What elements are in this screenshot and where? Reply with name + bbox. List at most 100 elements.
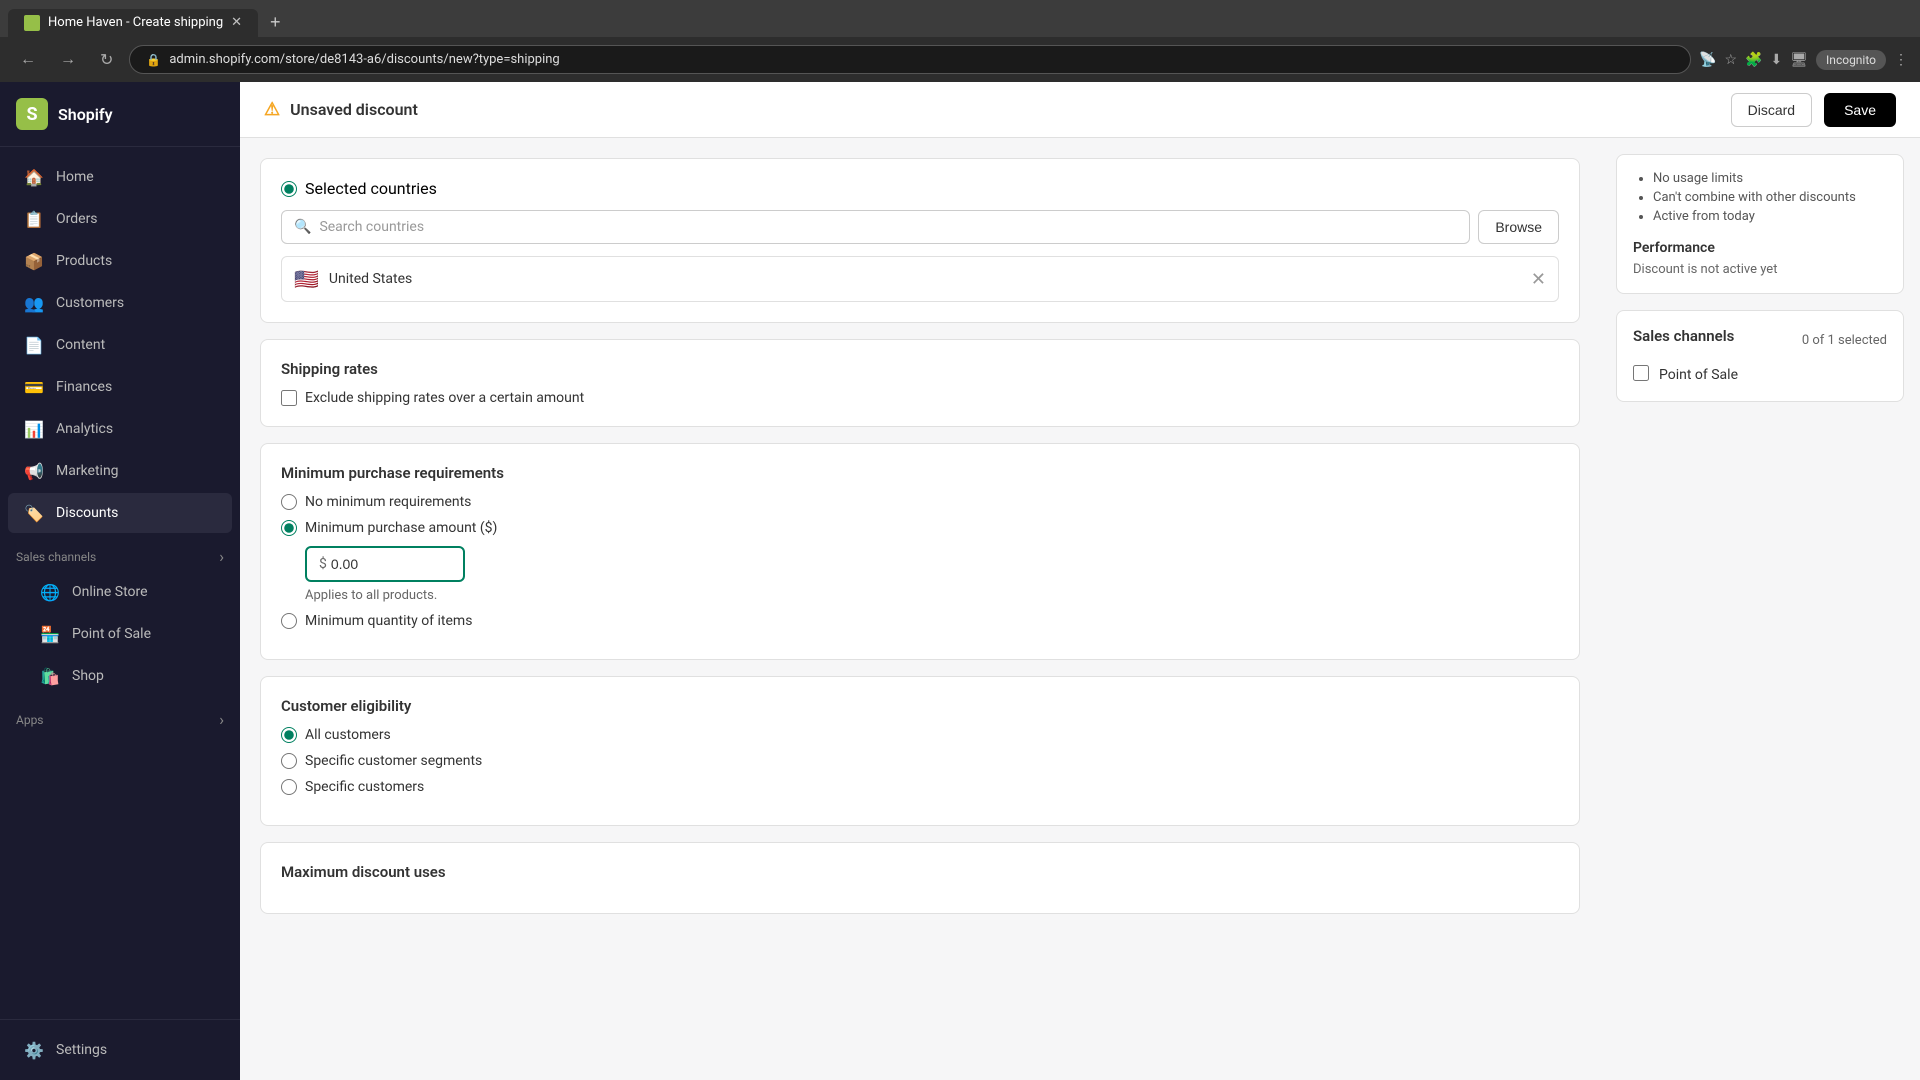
sidebar-item-point-of-sale[interactable]: 🏪 Point of Sale — [8, 614, 232, 654]
tab-close-button[interactable]: ✕ — [231, 15, 242, 30]
minimum-purchase-card: Minimum purchase requirements No minimum… — [260, 443, 1580, 660]
sidebar-item-customers[interactable]: 👥 Customers — [8, 283, 232, 323]
countries-card: Selected countries 🔍 Search countries Br… — [260, 158, 1580, 323]
save-button[interactable]: Save — [1824, 93, 1896, 127]
topbar-actions: Discard Save — [1731, 93, 1896, 127]
max-discount-uses-title: Maximum discount uses — [281, 863, 1559, 881]
exclude-rates-label: Exclude shipping rates over a certain am… — [305, 390, 584, 406]
selected-countries-radio: Selected countries — [281, 179, 1559, 198]
exclude-rates-checkbox[interactable] — [281, 390, 297, 406]
marketing-icon: 📢 — [24, 461, 44, 481]
shipping-rates-title: Shipping rates — [281, 360, 1559, 378]
sidebar-item-analytics-label: Analytics — [56, 421, 113, 437]
refresh-button[interactable]: ↻ — [92, 46, 121, 74]
finances-icon: 💳 — [24, 377, 44, 397]
extensions-icon: 🧩 — [1745, 52, 1762, 68]
forward-button[interactable]: → — [52, 47, 84, 73]
sales-channels-count: 0 of 1 selected — [1802, 333, 1887, 348]
sidebar-item-settings-label: Settings — [56, 1042, 107, 1058]
sidebar-item-finances[interactable]: 💳 Finances — [8, 367, 232, 407]
tab-favicon — [24, 15, 40, 31]
sales-channels-expand-icon[interactable]: › — [219, 547, 224, 566]
sidebar-item-content[interactable]: 📄 Content — [8, 325, 232, 365]
selected-countries-radio-input[interactable] — [281, 181, 297, 197]
point-of-sale-icon: 🏪 — [40, 624, 60, 644]
all-customers-option: All customers — [281, 727, 1559, 743]
browse-button[interactable]: Browse — [1478, 210, 1559, 244]
discard-button[interactable]: Discard — [1731, 93, 1812, 127]
back-button[interactable]: ← — [12, 47, 44, 73]
orders-icon: 📋 — [24, 209, 44, 229]
sidebar-item-online-store[interactable]: 🌐 Online Store — [8, 572, 232, 612]
page-title: Unsaved discount — [290, 100, 418, 119]
active-tab[interactable]: Home Haven - Create shipping ✕ — [8, 9, 258, 37]
sales-channels-header: Sales channels 0 of 1 selected — [1633, 327, 1887, 353]
exclude-rates-row: Exclude shipping rates over a certain am… — [281, 390, 1559, 406]
sidebar-item-products[interactable]: 📦 Products — [8, 241, 232, 281]
incognito-badge: Incognito — [1816, 50, 1886, 70]
content-icon: 📄 — [24, 335, 44, 355]
browser-chrome: Home Haven - Create shipping ✕ + ← → ↻ 🔒… — [0, 0, 1920, 82]
sidebar-item-marketing-label: Marketing — [56, 463, 119, 479]
sidebar-item-shop-label: Shop — [72, 668, 104, 684]
remove-country-button[interactable]: ✕ — [1531, 269, 1546, 290]
no-minimum-label: No minimum requirements — [305, 494, 471, 510]
sidebar-item-analytics[interactable]: 📊 Analytics — [8, 409, 232, 449]
minimum-quantity-radio[interactable] — [281, 613, 297, 629]
tab-title: Home Haven - Create shipping — [48, 15, 223, 30]
address-url: admin.shopify.com/store/de8143-a6/discou… — [169, 52, 1674, 67]
country-search-placeholder: Search countries — [319, 219, 424, 235]
shopify-logo-text: Shopify — [58, 105, 113, 124]
apps-label: Apps — [16, 713, 44, 727]
united-states-item: 🇺🇸 United States ✕ — [281, 256, 1559, 302]
active-from-item: Active from today — [1653, 209, 1887, 224]
sidebar-item-discounts[interactable]: 🏷️ Discounts — [8, 493, 232, 533]
minimum-quantity-label: Minimum quantity of items — [305, 613, 472, 629]
minimum-amount-radio[interactable] — [281, 520, 297, 536]
no-minimum-radio[interactable] — [281, 494, 297, 510]
sidebar-item-settings[interactable]: ⚙️ Settings — [8, 1030, 232, 1070]
point-of-sale-channel-checkbox-wrap — [1633, 365, 1649, 385]
country-search-row: 🔍 Search countries Browse — [281, 210, 1559, 244]
browser-nav-bar: ← → ↻ 🔒 admin.shopify.com/store/de8143-a… — [0, 37, 1920, 82]
specific-customers-radio[interactable] — [281, 779, 297, 795]
app-container: S Shopify 🏠 Home 📋 Orders 📦 Products 👥 C… — [0, 82, 1920, 1080]
minimum-amount-label: Minimum purchase amount ($) — [305, 520, 497, 536]
no-usage-limits-item: No usage limits — [1653, 171, 1887, 186]
content-scroll-area: Selected countries 🔍 Search countries Br… — [240, 138, 1600, 1080]
amount-input[interactable] — [331, 556, 431, 572]
customers-icon: 👥 — [24, 293, 44, 313]
country-search-input[interactable]: 🔍 Search countries — [281, 210, 1470, 244]
specific-segments-radio[interactable] — [281, 753, 297, 769]
sidebar-item-orders-label: Orders — [56, 211, 98, 227]
amount-input-container: $ — [305, 546, 465, 582]
sidebar-item-finances-label: Finances — [56, 379, 112, 395]
all-customers-radio[interactable] — [281, 727, 297, 743]
products-icon: 📦 — [24, 251, 44, 271]
max-discount-uses-card: Maximum discount uses — [260, 842, 1580, 914]
warning-icon: ⚠ — [264, 99, 280, 120]
sidebar-item-content-label: Content — [56, 337, 105, 353]
apps-expand-icon[interactable]: › — [219, 710, 224, 729]
all-customers-label: All customers — [305, 727, 391, 743]
right-panel: No usage limits Can't combine with other… — [1600, 138, 1920, 1080]
summary-list: No usage limits Can't combine with other… — [1633, 171, 1887, 224]
new-tab-button[interactable]: + — [262, 8, 289, 37]
point-of-sale-channel-checkbox[interactable] — [1633, 365, 1649, 381]
address-bar[interactable]: 🔒 admin.shopify.com/store/de8143-a6/disc… — [129, 45, 1691, 74]
sidebar-item-orders[interactable]: 📋 Orders — [8, 199, 232, 239]
country-info: 🇺🇸 United States — [294, 267, 412, 291]
analytics-icon: 📊 — [24, 419, 44, 439]
profile-icon: 🖥 — [1790, 52, 1808, 68]
point-of-sale-channel-label: Point of Sale — [1659, 367, 1738, 383]
topbar: ⚠ Unsaved discount Discard Save — [240, 82, 1920, 138]
discounts-icon: 🏷️ — [24, 503, 44, 523]
sidebar-item-marketing[interactable]: 📢 Marketing — [8, 451, 232, 491]
cast-icon: 📡 — [1699, 52, 1716, 68]
online-store-icon: 🌐 — [40, 582, 60, 602]
sidebar-item-discounts-label: Discounts — [56, 505, 118, 521]
sidebar-item-shop[interactable]: 🛍️ Shop — [8, 656, 232, 696]
sales-channels-card: Sales channels 0 of 1 selected Point of … — [1616, 310, 1904, 402]
applies-text: Applies to all products. — [305, 588, 1559, 603]
sidebar-item-home[interactable]: 🏠 Home — [8, 157, 232, 197]
